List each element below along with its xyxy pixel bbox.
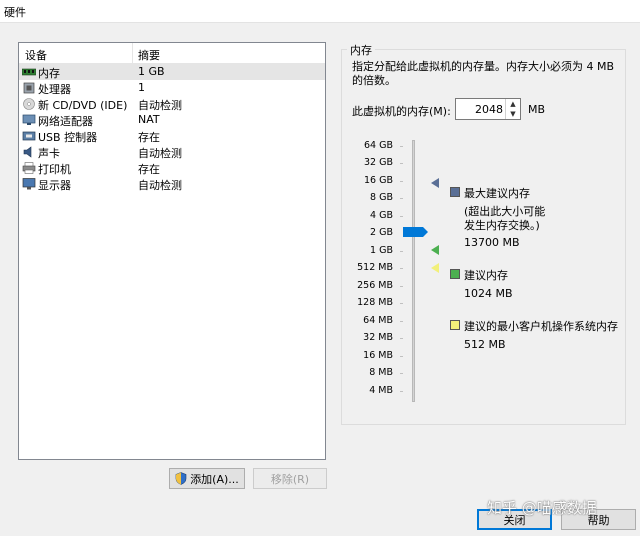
device-list-header: 设备 摘要 [19,43,325,64]
recommended-swatch [450,269,460,279]
device-summary: 1 GB [138,65,165,78]
memory-slider-track[interactable] [412,140,415,402]
scale-tick [400,303,403,304]
watermark: 知乎 @喵感数据 [487,499,597,517]
device-row-cd-dvd[interactable]: 新 CD/DVD (IDE) 自动检测 [19,96,325,112]
scale-label: 64 MB [363,315,393,326]
device-row-memory[interactable]: 内存 1 GB [19,64,325,80]
device-name: 打印机 [38,163,71,176]
scale-tick [400,356,403,357]
scale-label: 2 GB [370,227,393,238]
scale-label: 8 GB [370,192,393,203]
device-row-usb-controller[interactable]: USB 控制器 存在 [19,128,325,144]
add-hardware-button[interactable]: 添加(A)... [169,468,245,489]
max-recommended-swatch [450,187,460,197]
device-summary: 存在 [138,163,160,176]
scale-tick [400,338,403,339]
device-summary: 自动检测 [138,147,182,160]
scale-tick [400,251,403,252]
device-name: USB 控制器 [38,131,98,144]
scale-label: 4 GB [370,210,393,221]
scale-label: 8 MB [369,367,393,378]
device-name: 网络适配器 [38,115,93,128]
scale-tick [400,163,403,164]
column-separator[interactable] [132,43,133,63]
min-recommended-swatch [450,320,460,330]
recommended-title: 建议内存 [464,269,508,282]
max-recommended-value: 13700 MB [464,236,520,249]
scale-label: 512 MB [357,262,393,273]
recommended-value: 1024 MB [464,287,513,300]
max-recommended-note: (超出此大小可能发生内存交换。) [464,205,546,232]
device-row-network-adapter[interactable]: 网络适配器 NAT [19,112,325,128]
device-row-display[interactable]: 显示器 自动检测 [19,176,325,192]
scale-label: 16 GB [364,175,393,186]
device-row-sound-card[interactable]: 声卡 自动检测 [19,144,325,160]
scale-tick [400,286,403,287]
remove-hardware-button[interactable]: 移除(R) [253,468,327,489]
column-header-device[interactable]: 设备 [25,47,47,63]
memory-description: 指定分配给此虚拟机的内存量。内存大小必须为 4 MB 的倍数。 [352,60,615,87]
memory-size-spinbox[interactable]: 2048 ▲ ▼ [455,98,521,120]
window-title: 硬件 [4,6,26,19]
column-header-summary[interactable]: 摘要 [138,47,160,63]
spinbox-arrows: ▲ ▼ [505,99,520,119]
spin-down-icon[interactable]: ▼ [506,109,520,119]
network-adapter-icon [22,114,36,125]
scale-tick [400,181,403,182]
device-name: 内存 [38,67,60,80]
scale-label: 64 GB [364,140,393,151]
device-list[interactable]: 设备 摘要 内存 1 GB 处理器 1 新 CD/DVD (IDE) 自动检测 [18,42,326,460]
remove-button-label: 移除(R) [270,472,310,486]
cd-dvd-icon [23,98,35,110]
memory-field-label: 此虚拟机的内存(M): [352,105,451,118]
device-name: 处理器 [38,83,71,96]
processor-icon [23,82,35,94]
scale-label: 128 MB [357,297,393,308]
scale-label: 256 MB [357,280,393,291]
memory-icon [22,68,36,76]
scale-tick [400,373,403,374]
device-row-printer[interactable]: 打印机 存在 [19,160,325,176]
recommended-marker [431,245,439,255]
scale-label: 1 GB [370,245,393,256]
title-bar: 硬件 [0,0,640,23]
usb-controller-icon [22,131,36,141]
min-recommended-value: 512 MB [464,338,506,351]
scale-tick [400,146,403,147]
sound-card-icon [23,146,32,158]
scale-tick [400,268,403,269]
memory-slider-thumb[interactable] [403,227,428,237]
device-row-processor[interactable]: 处理器 1 [19,80,325,96]
scale-tick [400,198,403,199]
scale-label: 16 MB [363,350,393,361]
add-button-label: 添加(A)... [190,472,239,486]
device-summary: 1 [138,81,145,94]
device-name: 显示器 [38,179,71,192]
device-name: 新 CD/DVD (IDE) [38,99,128,112]
device-summary: NAT [138,113,160,126]
device-summary: 自动检测 [138,179,182,192]
scale-label: 32 GB [364,157,393,168]
memory-unit: MB [528,103,546,116]
memory-group-title: 内存 [347,42,375,58]
device-name: 声卡 [38,147,60,160]
spin-up-icon[interactable]: ▲ [506,99,520,109]
max-recommended-title: 最大建议内存 [464,187,530,200]
display-icon [22,178,36,190]
scale-label: 32 MB [363,332,393,343]
min-recommended-marker [431,263,439,273]
scale-tick [400,321,403,322]
max-recommended-marker [431,178,439,188]
device-summary: 存在 [138,131,160,144]
scale-label: 4 MB [369,385,393,396]
scale-tick [400,216,403,217]
memory-size-value[interactable]: 2048 [475,103,503,116]
scale-tick [400,391,403,392]
shield-icon [175,472,187,485]
device-summary: 自动检测 [138,99,182,112]
printer-icon [22,162,36,174]
min-recommended-title: 建议的最小客户机操作系统内存 [464,320,618,333]
